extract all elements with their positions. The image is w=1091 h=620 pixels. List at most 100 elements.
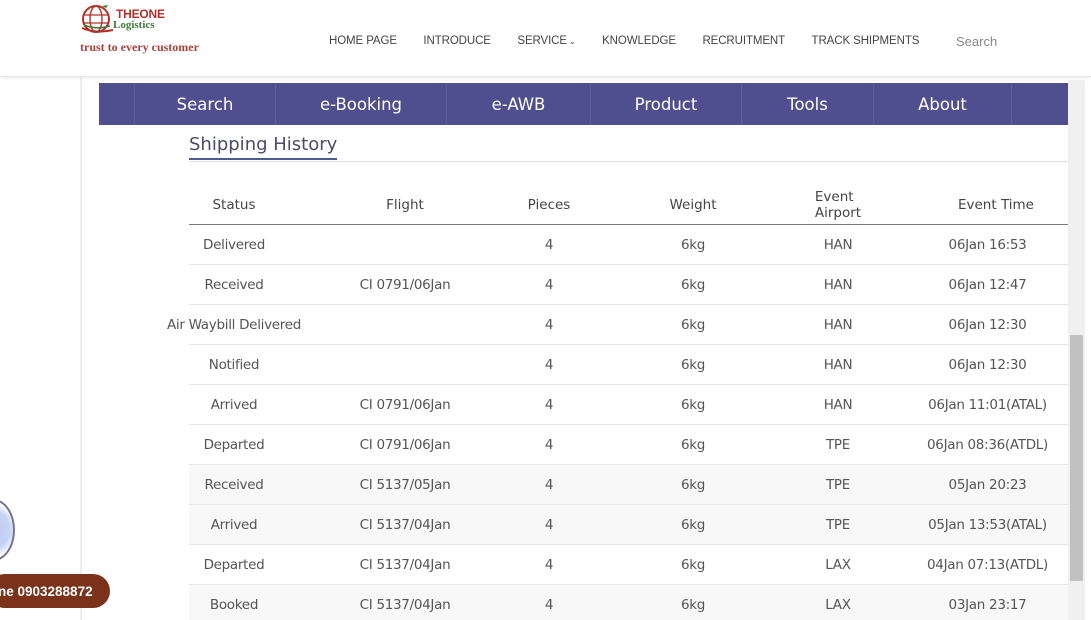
nav-recruitment[interactable]: RECRUITMENT [702,35,785,47]
cell-event-airport: HAN [823,396,853,413]
cell-pieces: 4 [544,276,554,293]
cell-event-airport: HAN [823,316,853,333]
cell-weight: 6kg [680,516,706,533]
cell-flight: CI 5137/04Jan [359,556,451,573]
col-header-event-time: Event Time [957,196,1034,213]
cell-weight: 6kg [680,476,706,493]
cell-event-time: 06Jan 08:36(ATDL) [927,436,1048,453]
cell-event-time: 05Jan 20:23 [948,476,1027,493]
shipping-history-table: Status Flight Pieces Weight Event Airpor… [167,185,1068,620]
table-row: Received CI 0791/06Jan 4 6kg HAN 06Jan 12:47 [189,265,1068,305]
cell-flight: CI 0791/06Jan [359,436,451,453]
table-row: Air Waybill Delivered 4 6kg HAN 06Jan 12:30 [167,305,1068,345]
main-nav-about[interactable]: About [874,83,1012,125]
site-header: THEONE Logistics trust to every customer… [0,0,1091,77]
cell-event-airport: TPE [825,436,851,453]
cell-pieces: 4 [544,556,554,573]
col-header-event-airport: Event Airport [814,188,862,221]
cell-event-airport: HAN [823,356,853,373]
main-nav-product[interactable]: Product [591,83,742,125]
cell-weight: 6kg [680,436,706,453]
cell-flight [279,225,531,264]
nav-service-label: SERVICE [517,35,567,47]
table-row: Notified 4 6kg HAN 06Jan 12:30 [189,345,1068,385]
cell-status: Booked [209,596,259,613]
cell-pieces: 4 [544,236,554,253]
cell-event-time: 06Jan 12:30 [948,316,1027,333]
cell-event-time: 06Jan 11:01(ATAL) [928,396,1047,413]
cell-event-airport: LAX [825,556,851,573]
cell-event-airport: LAX [825,596,851,613]
main-nav-search[interactable]: Search [135,83,276,125]
section-divider [189,161,1068,162]
cell-event-time: 03Jan 23:17 [948,596,1027,613]
main-navigation-bar: Search e-Booking e-AWB Product Tools Abo… [99,83,1068,125]
nav-track-shipments[interactable]: TRACK SHIPMENTS [812,35,920,47]
table-row: Arrived CI 0791/06Jan 4 6kg HAN 06Jan 11:01(A… [189,385,1068,425]
cell-pieces: 4 [544,356,554,373]
cell-status: Arrived [210,396,258,413]
nav-introduce[interactable]: INTRODUCE [423,35,491,47]
cell-status: Departed [203,556,265,573]
cell-pieces: 4 [544,396,554,413]
cell-status: Received [204,276,264,293]
col-header-flight: Flight [386,196,424,213]
scrollbar-thumb[interactable] [1070,335,1083,581]
table-row: Arrived CI 5137/04Jan 4 6kg TPE 05Jan 13:53(A… [189,505,1068,545]
logo-brand-subtitle: Logistics [113,19,155,31]
cell-event-airport: HAN [823,276,853,293]
cell-event-time: 05Jan 13:53(ATAL) [928,516,1047,533]
page-left-border [80,77,82,620]
top-navigation: HOME PAGE INTRODUCE SERVICE ⌄ KNOWLEDGE R… [329,35,946,47]
site-logo[interactable]: THEONE Logistics trust to every customer [80,2,210,57]
header-search-input[interactable] [948,30,1058,52]
cell-weight: 6kg [680,316,706,333]
cell-weight: 6kg [680,396,706,413]
col-header-weight: Weight [669,196,717,213]
table-header-row: Status Flight Pieces Weight Event Airpor… [189,185,1068,225]
cell-weight: 6kg [680,276,706,293]
cell-flight: CI 5137/05Jan [359,476,451,493]
hotline-button[interactable]: ne 0903288872 [0,574,110,608]
cell-pieces: 4 [544,436,554,453]
main-nav-trailing-spacer [1012,83,1068,125]
cell-flight: CI 0791/06Jan [359,276,451,293]
cell-flight: CI 0791/06Jan [359,396,451,413]
col-header-status: Status [212,196,256,213]
table-row: Received CI 5137/05Jan 4 6kg TPE 05Jan 20:23 [189,465,1068,505]
cell-status: Received [204,476,264,493]
nav-knowledge[interactable]: KNOWLEDGE [602,35,676,47]
main-nav-tools[interactable]: Tools [742,83,874,125]
globe-logo-icon [81,5,114,33]
table-row: Departed CI 5137/04Jan 4 6kg LAX 04Jan 07:13(… [189,545,1068,585]
logo-tagline: trust to every customer [80,40,199,54]
cell-pieces: 4 [544,316,554,333]
main-nav-e-booking[interactable]: e-Booking [276,83,447,125]
cell-weight: 6kg [680,236,706,253]
nav-home-page[interactable]: HOME PAGE [329,35,397,47]
table-row: Departed CI 0791/06Jan 4 6kg TPE 06Jan 08:36(… [189,425,1068,465]
cell-flight [279,345,531,384]
cell-event-time: 06Jan 16:53 [948,236,1027,253]
cell-pieces: 4 [544,596,554,613]
cell-status: Delivered [203,236,265,253]
cell-status: Air Waybill Delivered [167,316,302,333]
cell-flight [279,305,531,344]
cell-weight: 6kg [680,596,706,613]
cell-pieces: 4 [544,516,554,533]
cell-event-airport: TPE [825,476,851,493]
chevron-down-icon: ⌄ [568,37,576,46]
cell-flight: CI 5137/04Jan [359,596,451,613]
table-body: Delivered 4 6kg HAN 06Jan 16:53 Received CI 07… [167,225,1068,620]
col-header-pieces: Pieces [527,196,571,213]
shipping-history-title: Shipping History [189,134,338,160]
main-nav-e-awb[interactable]: e-AWB [447,83,591,125]
cell-event-airport: TPE [825,516,851,533]
cell-weight: 6kg [680,356,706,373]
table-row: Booked CI 5137/04Jan 4 6kg LAX 03Jan 23:17 [189,585,1068,620]
cell-event-time: 06Jan 12:47 [948,276,1027,293]
cell-status: Departed [203,436,265,453]
cell-event-airport: HAN [823,236,853,253]
nav-service[interactable]: SERVICE ⌄ [517,35,575,47]
phone-call-icon[interactable] [0,499,15,561]
